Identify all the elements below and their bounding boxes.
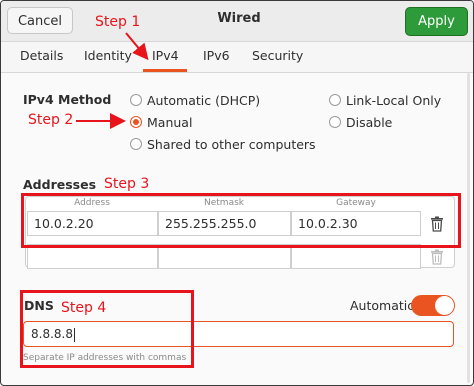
step-3-highlight-box	[21, 193, 461, 248]
step-4-highlight-box	[20, 290, 194, 368]
